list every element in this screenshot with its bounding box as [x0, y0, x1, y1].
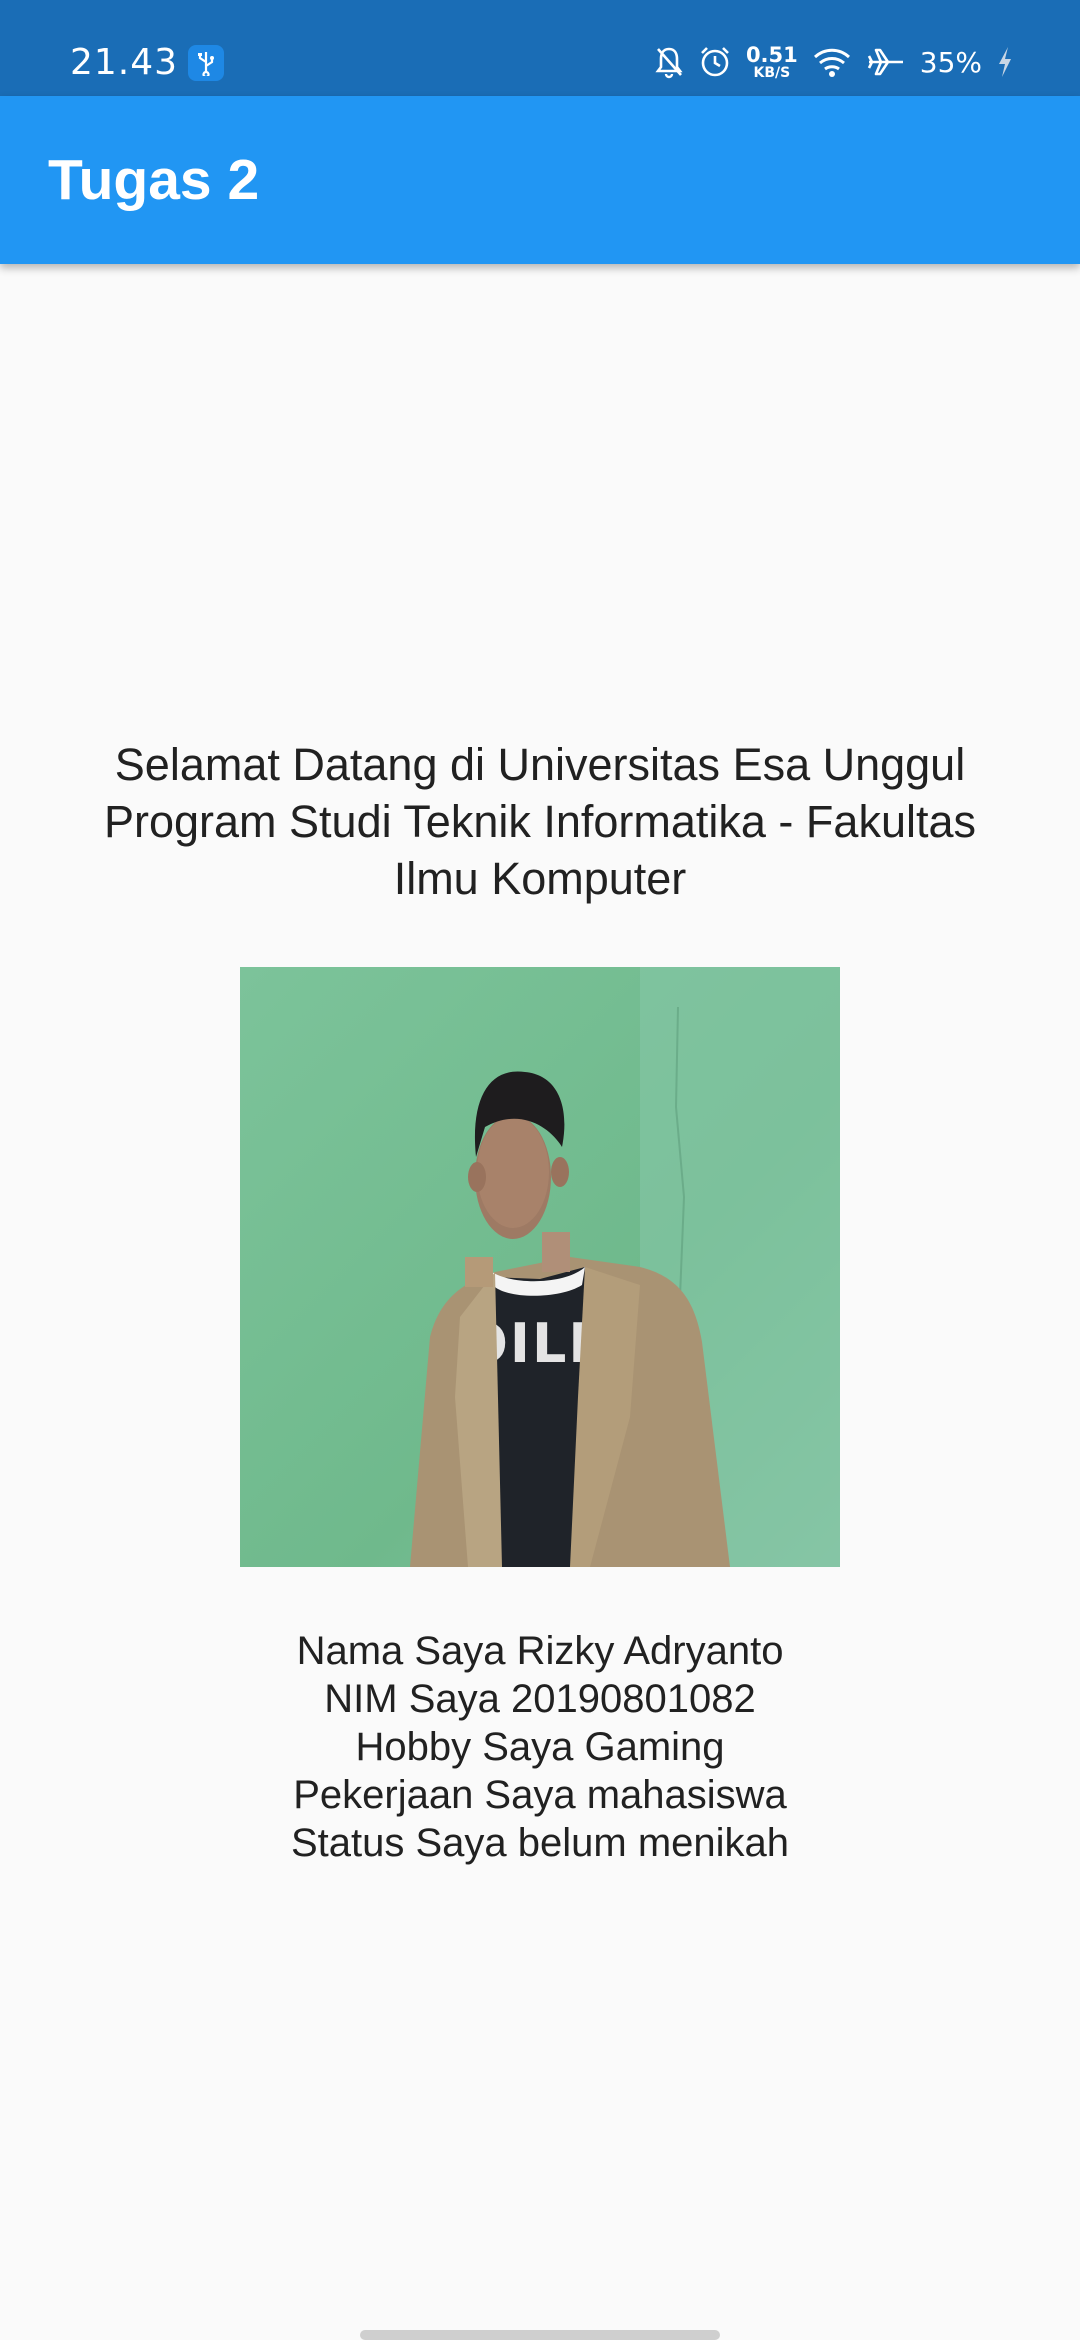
app-title: Tugas 2 [48, 148, 260, 212]
hobby-line: Hobby Saya Gaming [355, 1725, 725, 1769]
usb-icon [188, 45, 224, 81]
welcome-line-1: Selamat Datang di Universitas Esa Unggul [114, 739, 966, 790]
status-bar: 21.43 0.51 KB/S 35% [0, 0, 1080, 96]
alarm-icon [698, 45, 732, 79]
welcome-text: Selamat Datang di Universitas Esa Unggul… [60, 736, 1020, 907]
bell-off-icon [654, 45, 684, 79]
welcome-line-3: Ilmu Komputer [393, 853, 687, 904]
airplane-icon [866, 47, 906, 77]
nim-line: NIM Saya 20190801082 [324, 1677, 756, 1721]
status-line: Status Saya belum menikah [290, 1821, 790, 1865]
status-icons: 0.51 KB/S 35% [654, 40, 1014, 84]
wifi-icon [812, 46, 852, 78]
home-indicator[interactable] [360, 2330, 720, 2340]
app-bar: Tugas 2 [0, 96, 1080, 264]
job-line: Pekerjaan Saya mahasiswa [293, 1773, 787, 1817]
profile-photo: OILE [240, 967, 840, 1567]
net-speed-value: 0.51 [745, 42, 798, 67]
name-line: Nama Saya Rizky Adryanto [296, 1629, 784, 1673]
battery-percent: 35% [919, 45, 982, 79]
net-speed: 0.51 KB/S [745, 42, 798, 81]
status-time: 21.43 [70, 42, 179, 83]
charging-icon [996, 45, 1014, 79]
net-speed-unit: KB/S [753, 64, 791, 81]
profile-info: Nama Saya Rizky Adryanto NIM Saya 201908… [160, 1627, 920, 1867]
welcome-line-2: Program Studi Teknik Informatika - Fakul… [103, 796, 976, 847]
